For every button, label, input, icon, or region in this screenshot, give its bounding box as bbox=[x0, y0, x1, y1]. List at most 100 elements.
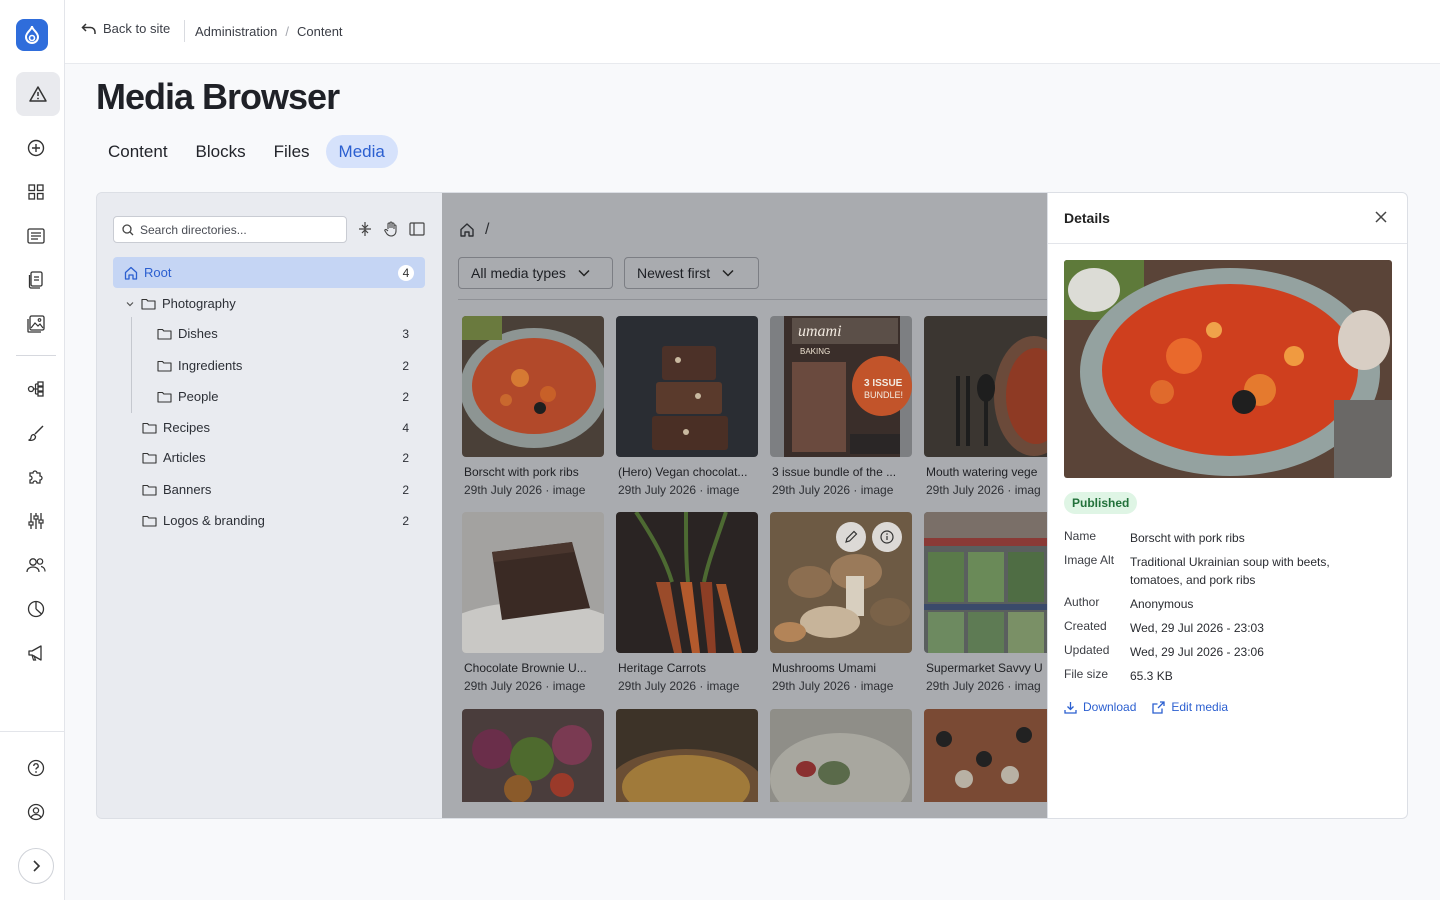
tab-content[interactable]: Content bbox=[96, 135, 180, 168]
tree-item-count: 2 bbox=[402, 450, 409, 465]
media-card-salad[interactable] bbox=[462, 709, 604, 802]
media-library-icon[interactable] bbox=[14, 302, 58, 346]
rail-divider bbox=[16, 355, 56, 356]
content-tabs: Content Blocks Files Media bbox=[96, 135, 402, 168]
detail-value: Traditional Ukrainian soup with beets, t… bbox=[1130, 555, 1330, 587]
reports-pie-icon[interactable] bbox=[14, 587, 58, 631]
media-card-vegan-chocolate[interactable]: (Hero) Vegan chocolat... 29th July 2026 … bbox=[616, 316, 758, 497]
edit-media-link[interactable]: Edit media bbox=[1152, 700, 1228, 714]
pencil-icon bbox=[845, 530, 858, 543]
media-card-creme-brulee[interactable] bbox=[616, 709, 758, 802]
tree-item-logos-branding[interactable]: Logos & branding 2 bbox=[113, 505, 425, 536]
tab-blocks[interactable]: Blocks bbox=[184, 135, 258, 168]
svg-text:BUNDLE!: BUNDLE! bbox=[864, 390, 903, 400]
user-account-icon[interactable] bbox=[14, 790, 58, 834]
tree-item-photography[interactable]: Photography bbox=[113, 288, 425, 319]
media-card-pizza[interactable] bbox=[924, 709, 1049, 802]
media-card-supermarket-savvy[interactable]: Supermarket Savvy U 29th July 2026 · ima… bbox=[924, 512, 1049, 693]
collapse-all-icon[interactable] bbox=[356, 220, 374, 238]
expand-sidebar-button[interactable] bbox=[18, 848, 54, 884]
breadcrumb-content[interactable]: Content bbox=[297, 24, 343, 39]
chevron-down-icon bbox=[722, 269, 734, 277]
directory-search[interactable] bbox=[113, 216, 347, 243]
tree-item-banners[interactable]: Banners 2 bbox=[113, 474, 425, 505]
extend-puzzle-icon[interactable] bbox=[14, 455, 58, 499]
breadcrumb: Administration / Content bbox=[195, 24, 343, 39]
documents-icon[interactable] bbox=[14, 258, 58, 302]
add-content-icon[interactable] bbox=[14, 126, 58, 170]
tree-item-ingredients[interactable]: Ingredients 2 bbox=[113, 350, 425, 381]
breadcrumb-administration[interactable]: Administration bbox=[195, 24, 277, 39]
folder-icon bbox=[141, 298, 156, 310]
media-card-magazine-bundle[interactable]: umami BAKING 3 ISSUE BUNDLE! 3 issue bundle… bbox=[770, 316, 912, 497]
detail-key: Author bbox=[1064, 595, 1100, 609]
media-card-soup[interactable] bbox=[770, 709, 912, 802]
top-bar: Back to site Administration / Content bbox=[65, 0, 1440, 64]
detail-value: Anonymous bbox=[1130, 597, 1194, 611]
tree-item-root[interactable]: Root 4 bbox=[113, 257, 425, 288]
home-icon[interactable] bbox=[459, 222, 475, 238]
help-icon[interactable] bbox=[14, 746, 58, 790]
details-actions: Download Edit media bbox=[1064, 700, 1228, 714]
media-type-filter[interactable]: All media types bbox=[458, 257, 613, 289]
drupal-logo-icon[interactable] bbox=[16, 19, 48, 51]
media-thumbnail bbox=[770, 512, 912, 653]
folder-icon bbox=[157, 360, 172, 372]
tree-item-dishes[interactable]: Dishes 3 bbox=[113, 318, 425, 349]
media-card-brownie[interactable]: Chocolate Brownie U... 29th July 2026 · … bbox=[462, 512, 604, 693]
tree-item-count: 2 bbox=[402, 389, 409, 404]
drag-hand-icon[interactable] bbox=[382, 220, 400, 238]
media-thumbnail bbox=[462, 709, 604, 802]
media-meta: 29th July 2026 · image bbox=[618, 483, 740, 497]
appearance-brush-icon[interactable] bbox=[14, 411, 58, 455]
media-name: Borscht with pork ribs bbox=[464, 465, 579, 479]
detail-created-row: Created Wed, 29 Jul 2026 - 23:03 bbox=[1064, 619, 1384, 637]
media-meta: 29th July 2026 · image bbox=[618, 679, 740, 693]
tree-item-count: 2 bbox=[402, 358, 409, 373]
media-meta: 29th July 2026 · image bbox=[464, 679, 586, 693]
detail-value: Wed, 29 Jul 2026 - 23:06 bbox=[1130, 645, 1264, 659]
magazine-sub-text: BAKING bbox=[800, 347, 830, 356]
media-meta: 29th July 2026 · image bbox=[772, 679, 894, 693]
tree-item-count: 4 bbox=[402, 420, 409, 435]
media-card-borscht[interactable]: Borscht with pork ribs 29th July 2026 · … bbox=[462, 316, 604, 497]
tree-item-count: 2 bbox=[402, 482, 409, 497]
close-icon[interactable] bbox=[1374, 210, 1388, 224]
chevron-down-icon[interactable] bbox=[125, 299, 135, 309]
media-meta: 29th July 2026 · image bbox=[772, 483, 894, 497]
search-input[interactable] bbox=[140, 222, 340, 237]
media-card-mouth-watering[interactable]: Mouth watering vege 29th July 2026 · ima… bbox=[924, 316, 1049, 497]
media-card-mushrooms[interactable]: Mushrooms Umami 29th July 2026 · image bbox=[770, 512, 912, 693]
folder-icon bbox=[142, 422, 157, 434]
tab-files[interactable]: Files bbox=[262, 135, 322, 168]
media-card-heritage-carrots[interactable]: Heritage Carrots 29th July 2026 · image bbox=[616, 512, 758, 693]
edit-pencil-button[interactable] bbox=[836, 522, 866, 552]
divider bbox=[184, 20, 185, 42]
download-link[interactable]: Download bbox=[1064, 700, 1136, 714]
back-to-site-link[interactable]: Back to site bbox=[81, 21, 170, 36]
tree-item-label: Recipes bbox=[163, 420, 210, 435]
sort-select[interactable]: Newest first bbox=[624, 257, 759, 289]
folder-icon bbox=[142, 452, 157, 464]
alert-icon[interactable] bbox=[16, 72, 60, 116]
tab-media[interactable]: Media bbox=[325, 135, 398, 168]
media-thumbnail bbox=[462, 512, 604, 653]
people-icon[interactable] bbox=[14, 543, 58, 587]
media-name: Chocolate Brownie U... bbox=[464, 661, 587, 675]
info-button[interactable] bbox=[872, 522, 902, 552]
detail-value: 65.3 KB bbox=[1130, 669, 1173, 683]
admin-sidebar bbox=[0, 0, 65, 900]
content-list-icon[interactable] bbox=[14, 214, 58, 258]
detail-alt-row: Image Alt Traditional Ukrainian soup wit… bbox=[1064, 553, 1384, 589]
tree-item-recipes[interactable]: Recipes 4 bbox=[113, 412, 425, 443]
configuration-sliders-icon[interactable] bbox=[14, 499, 58, 543]
structure-icon[interactable] bbox=[14, 367, 58, 411]
media-type-value: All media types bbox=[471, 265, 566, 281]
dashboard-grid-icon[interactable] bbox=[14, 170, 58, 214]
media-meta: 29th July 2026 · imag bbox=[926, 483, 1041, 497]
tree-item-people[interactable]: People 2 bbox=[113, 381, 425, 412]
tree-item-label: Root bbox=[144, 265, 172, 280]
announcements-megaphone-icon[interactable] bbox=[14, 631, 58, 675]
toggle-panel-icon[interactable] bbox=[408, 220, 426, 238]
tree-item-articles[interactable]: Articles 2 bbox=[113, 442, 425, 473]
